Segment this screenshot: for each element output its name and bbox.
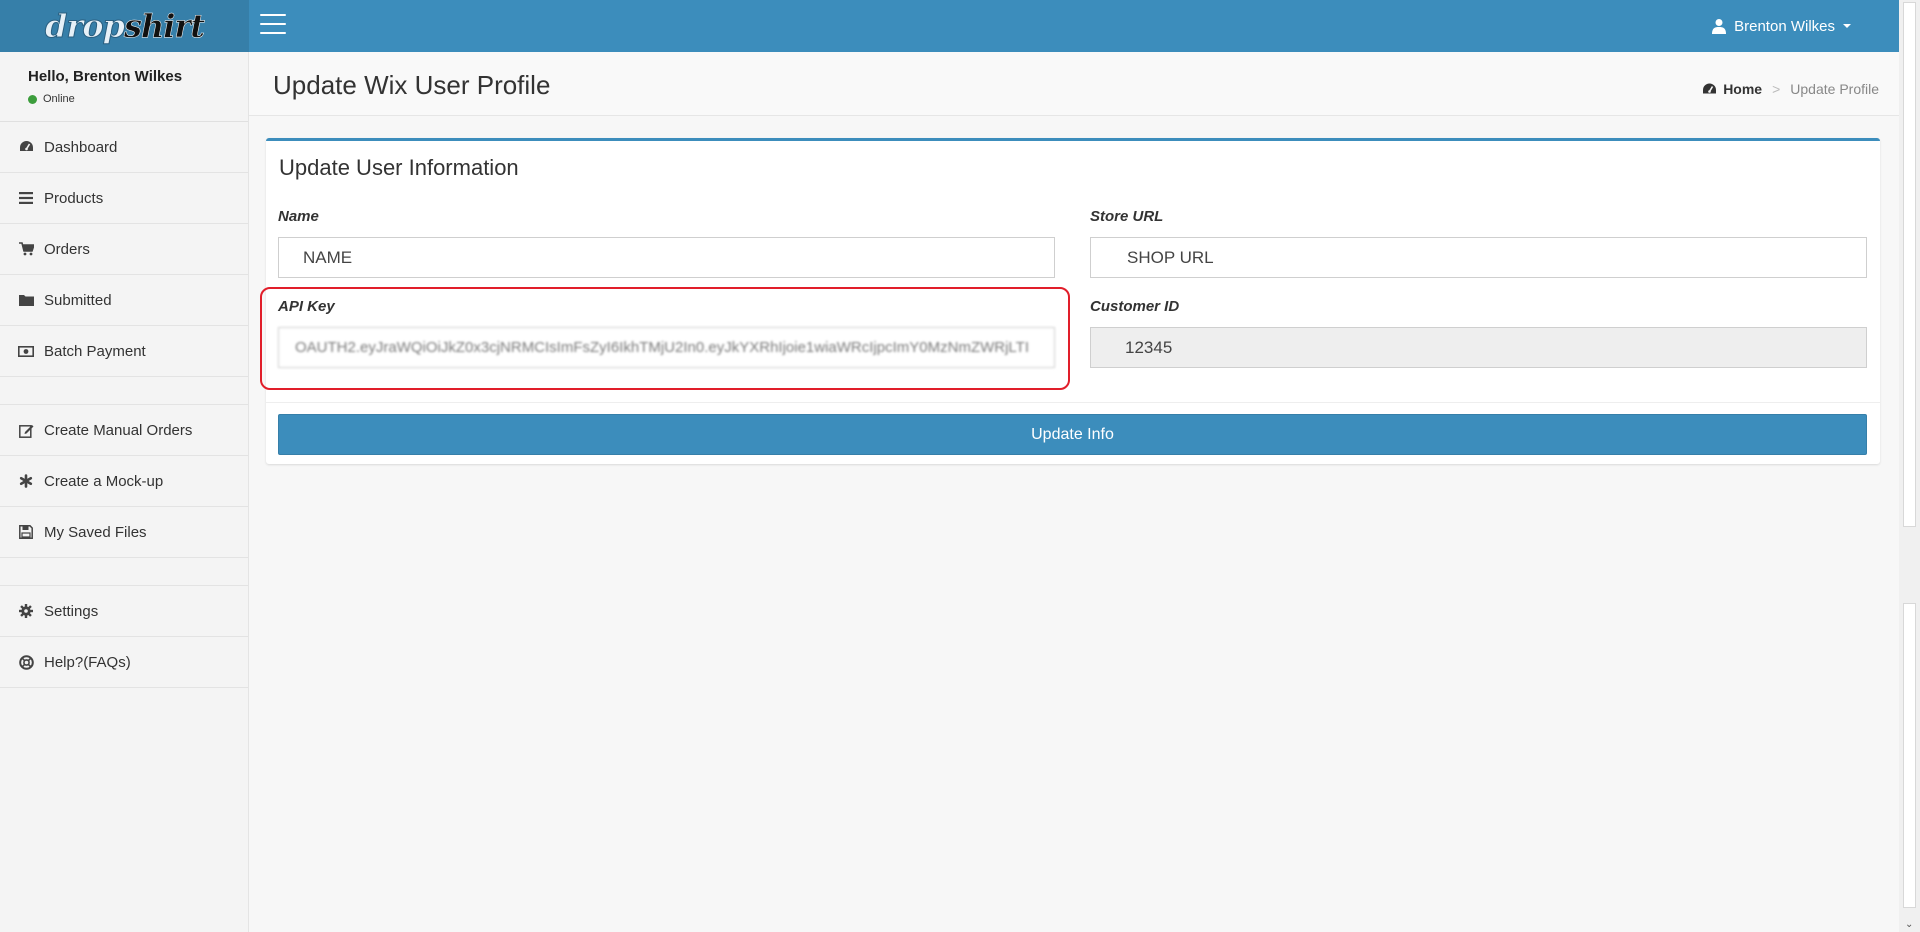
sidebar-item-label: Dashboard bbox=[44, 138, 118, 156]
cart-icon bbox=[18, 241, 34, 257]
sidebar-item-create-mockup[interactable]: Create a Mock-up bbox=[0, 456, 248, 507]
money-icon bbox=[18, 343, 34, 359]
scroll-down-icon[interactable]: ⌄ bbox=[1905, 919, 1913, 930]
sidebar-item-settings[interactable]: Settings bbox=[0, 586, 248, 637]
sidebar-item-label: Create Manual Orders bbox=[44, 421, 193, 439]
api-key-label: API Key bbox=[278, 298, 335, 315]
online-dot-icon bbox=[28, 94, 37, 104]
box-title: Update User Information bbox=[279, 155, 519, 180]
sidebar-item-label: Batch Payment bbox=[44, 342, 146, 360]
chevron-down-icon bbox=[1843, 24, 1851, 28]
form-divider bbox=[266, 402, 1880, 403]
store-url-field[interactable]: SHOP URL bbox=[1090, 237, 1867, 278]
sidebar-item-label: Settings bbox=[44, 602, 99, 620]
user-menu[interactable]: Brenton Wilkes bbox=[1712, 0, 1851, 52]
sidebar-divider bbox=[0, 377, 248, 405]
breadcrumb-home-label: Home bbox=[1723, 81, 1763, 97]
page-title: Update Wix User Profile bbox=[273, 70, 551, 100]
sidebar-item-label: Orders bbox=[44, 240, 90, 258]
sidebar-item-create-manual-orders[interactable]: Create Manual Orders bbox=[0, 405, 248, 456]
sidebar-item-dashboard[interactable]: Dashboard bbox=[0, 122, 248, 173]
online-status-label: Online bbox=[43, 93, 75, 105]
gear-icon bbox=[18, 603, 34, 619]
name-label: Name bbox=[278, 208, 319, 225]
edit-icon bbox=[18, 422, 34, 438]
save-icon bbox=[18, 524, 34, 540]
sidebar-item-batch-payment[interactable]: Batch Payment bbox=[0, 326, 248, 377]
logo[interactable]: dropshirt bbox=[0, 0, 249, 52]
store-url-label: Store URL bbox=[1090, 208, 1164, 225]
scrollbar-thumb[interactable] bbox=[1903, 2, 1916, 527]
sidebar-item-label: Submitted bbox=[44, 291, 112, 309]
sidebar-item-products[interactable]: Products bbox=[0, 173, 248, 224]
sidebar-item-label: My Saved Files bbox=[44, 523, 147, 541]
sidebar-item-label: Products bbox=[44, 189, 104, 207]
asterisk-icon bbox=[18, 473, 34, 489]
content-header: Update Wix User Profile Home > Update Pr… bbox=[249, 52, 1899, 116]
name-field[interactable]: NAME bbox=[278, 237, 1055, 278]
sidebar-item-label: Help?(FAQs) bbox=[44, 653, 131, 671]
customer-id-label: Customer ID bbox=[1090, 298, 1180, 315]
user-greeting: Hello, Brenton Wilkes bbox=[28, 68, 183, 85]
menu-toggle-icon[interactable] bbox=[260, 14, 286, 34]
breadcrumb-separator: > bbox=[1772, 81, 1781, 97]
online-status: Online bbox=[28, 93, 248, 105]
lifebuoy-icon bbox=[18, 654, 34, 670]
update-user-info-box: Update User Information Name NAME Store … bbox=[260, 138, 1880, 464]
top-navbar: dropshirt Brenton Wilkes bbox=[0, 0, 1899, 52]
user-panel: Hello, Brenton Wilkes Online bbox=[0, 52, 248, 122]
logo-text-shirt: shirt bbox=[123, 7, 206, 46]
sidebar-item-my-saved-files[interactable]: My Saved Files bbox=[0, 507, 248, 558]
breadcrumb-current: Update Profile bbox=[1790, 81, 1879, 97]
scrollbar[interactable]: ⌄ bbox=[1899, 0, 1920, 932]
sidebar-item-submitted[interactable]: Submitted bbox=[0, 275, 248, 326]
list-icon bbox=[18, 190, 34, 206]
api-key-field[interactable]: OAUTH2.eyJraWQiOiJkZ0x3cjNRMCIsImFsZyI6I… bbox=[278, 327, 1055, 368]
sidebar-item-help[interactable]: Help?(FAQs) bbox=[0, 637, 248, 688]
folder-icon bbox=[18, 292, 34, 308]
customer-id-field: 12345 bbox=[1090, 327, 1867, 368]
user-icon bbox=[1712, 19, 1727, 34]
breadcrumb-home[interactable]: Home bbox=[1702, 81, 1762, 97]
dashboard-icon bbox=[1703, 83, 1717, 93]
sidebar-divider bbox=[0, 558, 248, 586]
sidebar-item-orders[interactable]: Orders bbox=[0, 224, 248, 275]
sidebar-item-label: Create a Mock-up bbox=[44, 472, 164, 490]
logo-text-drop: drop bbox=[44, 7, 125, 46]
breadcrumb: Home > Update Profile bbox=[1702, 81, 1879, 97]
update-info-button[interactable]: Update Info bbox=[278, 414, 1867, 455]
scrollbar-thumb-lower[interactable] bbox=[1903, 603, 1916, 908]
sidebar: Hello, Brenton Wilkes Online Dashboard P… bbox=[0, 52, 249, 932]
user-menu-name: Brenton Wilkes bbox=[1734, 17, 1835, 35]
dashboard-icon bbox=[18, 139, 34, 155]
